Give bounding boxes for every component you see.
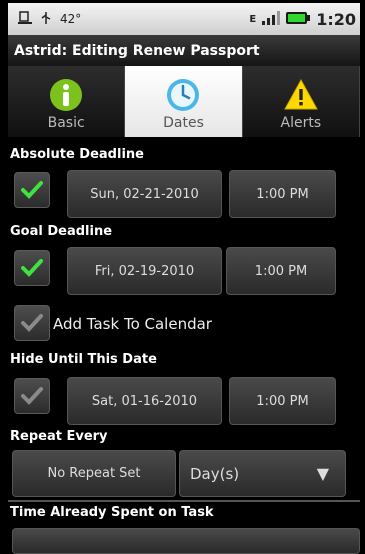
tab-alerts[interactable]: Alerts <box>242 66 360 137</box>
absolute-deadline-time-button[interactable]: 1:00 PM <box>229 170 336 218</box>
title-bar: Astrid: Editing Renew Passport <box>8 35 360 66</box>
add-to-calendar-label: Add Task To Calendar <box>53 315 212 333</box>
hide-until-time-button[interactable]: 1:00 PM <box>229 377 336 425</box>
check-icon <box>21 181 43 199</box>
goal-deadline-date-button[interactable]: Fri, 02-19-2010 <box>67 247 222 295</box>
usb-icon <box>40 11 52 28</box>
check-icon <box>21 387 43 405</box>
repeat-every-label: Repeat Every <box>10 429 108 444</box>
add-to-calendar-checkbox[interactable] <box>14 305 50 341</box>
repeat-unit-value: Day(s) <box>190 464 240 483</box>
tab-basic-label: Basic <box>47 115 85 131</box>
absolute-deadline-label: Absolute Deadline <box>10 147 144 162</box>
goal-deadline-label: Goal Deadline <box>10 224 113 239</box>
temperature-text: 42° <box>60 12 82 26</box>
absolute-deadline-date-button[interactable]: Sun, 02-21-2010 <box>67 170 222 218</box>
tab-dates[interactable]: Dates <box>125 66 243 137</box>
info-icon <box>50 79 83 111</box>
divider <box>8 500 360 502</box>
tab-alerts-label: Alerts <box>280 115 322 131</box>
battery-icon <box>286 10 311 29</box>
goal-deadline-checkbox[interactable] <box>14 250 50 286</box>
hide-until-checkbox[interactable] <box>14 378 50 414</box>
dates-form: Absolute Deadline Sun, 02-21-2010 1:00 P… <box>8 137 360 554</box>
absolute-deadline-checkbox[interactable] <box>14 172 50 208</box>
usb-debug-icon <box>18 10 32 28</box>
warning-icon <box>283 78 318 110</box>
page-title: Astrid: Editing Renew Passport <box>14 42 260 59</box>
check-icon <box>21 259 43 277</box>
signal-icon <box>262 10 281 29</box>
tab-bar: Basic Dates Alerts <box>8 66 360 137</box>
status-bar: 42° E 1:20 <box>8 3 360 35</box>
repeat-button[interactable]: No Repeat Set <box>12 450 176 497</box>
time-spent-label: Time Already Spent on Task <box>10 505 214 520</box>
clock-text: 1:20 <box>316 9 356 29</box>
repeat-unit-dropdown[interactable]: Day(s) ▼ <box>179 450 346 497</box>
dropdown-arrow-icon: ▼ <box>316 464 329 483</box>
network-e-icon: E <box>249 13 257 25</box>
tab-basic[interactable]: Basic <box>8 66 126 137</box>
hide-until-label: Hide Until This Date <box>10 352 157 367</box>
hide-until-date-button[interactable]: Sat, 01-16-2010 <box>67 377 222 425</box>
time-spent-button[interactable] <box>12 528 360 554</box>
tab-dates-label: Dates <box>163 115 204 131</box>
check-icon <box>21 314 43 332</box>
goal-deadline-time-button[interactable]: 1:00 PM <box>226 247 336 295</box>
clock-icon <box>167 79 200 111</box>
